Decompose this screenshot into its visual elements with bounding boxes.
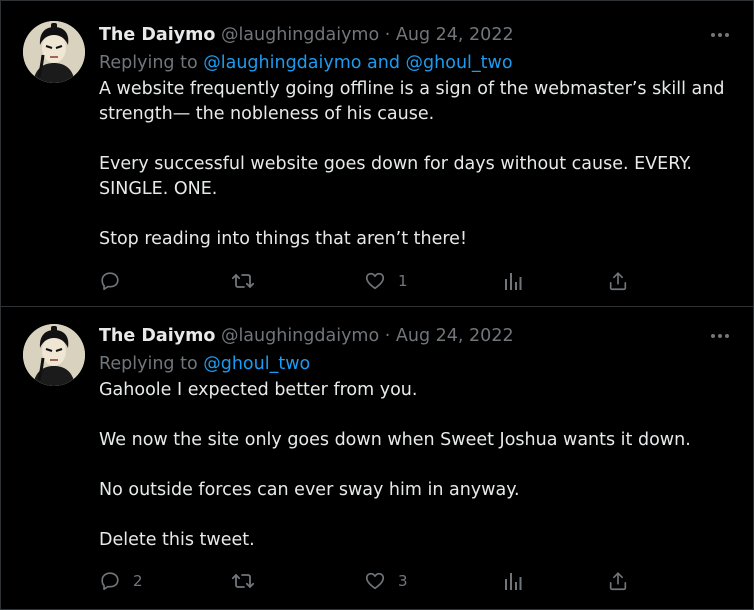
bar-chart-icon bbox=[505, 273, 522, 290]
tweet-paragraph: Every successful website goes down for d… bbox=[99, 154, 692, 199]
tweet-header: The Daiymo @laughingdaiymo · Aug 24, 202… bbox=[99, 21, 733, 49]
mention-link[interactable]: @laughingdaiymo bbox=[203, 53, 361, 73]
heart-icon bbox=[365, 572, 385, 590]
tweet-actions: 2 3 bbox=[99, 566, 629, 596]
display-name[interactable]: The Daiymo bbox=[99, 326, 215, 346]
reply-bubble-icon bbox=[101, 272, 119, 291]
reply-button[interactable]: 2 bbox=[99, 566, 143, 596]
display-name[interactable]: The Daiymo bbox=[99, 25, 215, 45]
share-upload-icon bbox=[609, 572, 627, 591]
retweet-icon bbox=[231, 574, 255, 588]
tweet[interactable]: The Daiymo @laughingdaiymo · Aug 24, 202… bbox=[1, 1, 753, 307]
like-button[interactable]: 1 bbox=[364, 266, 408, 296]
tweet-content: The Daiymo @laughingdaiymo · Aug 24, 202… bbox=[99, 322, 733, 553]
tweet-content: The Daiymo @laughingdaiymo · Aug 24, 202… bbox=[99, 21, 733, 252]
more-options-button[interactable] bbox=[707, 326, 733, 346]
more-options-button[interactable] bbox=[707, 25, 733, 45]
reply-button[interactable] bbox=[99, 266, 133, 296]
replying-to-label: Replying to bbox=[99, 53, 204, 73]
tweet-paragraph: No outside forces can ever sway him in a… bbox=[99, 480, 520, 500]
tweet-text: A website frequently going offline is a … bbox=[99, 77, 733, 252]
bar-chart-icon bbox=[505, 573, 522, 590]
tweet-actions: 1 bbox=[99, 266, 629, 296]
more-dots-icon bbox=[711, 33, 729, 37]
like-button[interactable]: 3 bbox=[364, 566, 408, 596]
like-count: 1 bbox=[398, 272, 408, 290]
views-button[interactable] bbox=[503, 266, 523, 296]
tweet-paragraph: A website frequently going offline is a … bbox=[99, 79, 725, 124]
retweet-button[interactable] bbox=[231, 266, 267, 296]
tweet-text: Gahoole I expected better from you. We n… bbox=[99, 378, 733, 553]
handle[interactable]: @laughingdaiymo bbox=[221, 326, 379, 346]
separator-dot: · bbox=[384, 25, 391, 45]
replying-to-label: Replying to bbox=[99, 354, 204, 374]
reply-count: 2 bbox=[133, 572, 143, 590]
tweet-paragraph: We now the site only goes down when Swee… bbox=[99, 430, 691, 450]
reply-bubble-icon bbox=[101, 572, 119, 591]
tweet-thread: The Daiymo @laughingdaiymo · Aug 24, 202… bbox=[0, 0, 754, 610]
retweet-button[interactable] bbox=[231, 566, 267, 596]
timestamp[interactable]: Aug 24, 2022 bbox=[396, 326, 514, 346]
heart-icon bbox=[365, 272, 385, 290]
tweet-paragraph: Stop reading into things that aren’t the… bbox=[99, 229, 467, 249]
mention-link[interactable]: @ghoul_two bbox=[406, 53, 513, 73]
tweet-paragraph: Delete this tweet. bbox=[99, 530, 255, 550]
like-count: 3 bbox=[398, 572, 408, 590]
more-dots-icon bbox=[711, 334, 729, 338]
handle[interactable]: @laughingdaiymo bbox=[221, 25, 379, 45]
mention-link[interactable]: @ghoul_two bbox=[203, 354, 310, 374]
mention-join[interactable]: and bbox=[361, 53, 405, 73]
retweet-icon bbox=[231, 274, 255, 288]
timestamp[interactable]: Aug 24, 2022 bbox=[396, 25, 514, 45]
share-button[interactable] bbox=[607, 566, 629, 596]
replying-to: Replying to @laughingdaiymo and @ghoul_t… bbox=[99, 49, 733, 77]
tweet-header: The Daiymo @laughingdaiymo · Aug 24, 202… bbox=[99, 322, 733, 350]
replying-to: Replying to @ghoul_two bbox=[99, 350, 733, 378]
tweet-paragraph: Gahoole I expected better from you. bbox=[99, 380, 418, 400]
avatar[interactable] bbox=[23, 21, 85, 83]
views-button[interactable] bbox=[503, 566, 523, 596]
share-button[interactable] bbox=[607, 266, 629, 296]
separator-dot: · bbox=[384, 326, 391, 346]
avatar[interactable] bbox=[23, 324, 85, 386]
share-upload-icon bbox=[609, 272, 627, 291]
tweet[interactable]: The Daiymo @laughingdaiymo · Aug 24, 202… bbox=[1, 308, 753, 609]
